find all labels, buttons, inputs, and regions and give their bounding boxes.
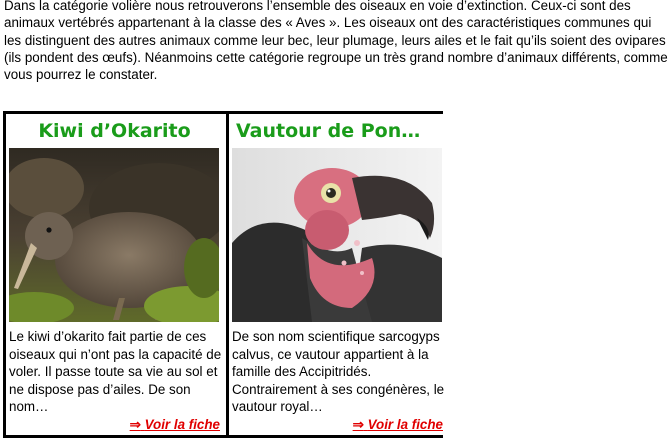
kiwi-photo[interactable]: [9, 148, 219, 322]
card-title[interactable]: Vautour de Pon…: [236, 120, 453, 142]
card-title[interactable]: Kiwi d’Okarito: [6, 120, 223, 142]
animal-card-vulture: Vautour de Pon… De son nom scientifique …: [226, 114, 446, 435]
link-label: Voir la fiche: [367, 417, 443, 432]
arrow-right-icon: ⇒: [352, 417, 364, 432]
category-intro: Dans la catégorie volière nous retrouver…: [4, 0, 668, 83]
link-label: Voir la fiche: [144, 417, 220, 432]
view-sheet-link-kiwi[interactable]: ⇒ Voir la fiche: [130, 417, 220, 433]
view-sheet-link-vulture[interactable]: ⇒ Voir la fiche: [353, 417, 443, 433]
vulture-photo[interactable]: [232, 148, 442, 322]
card-description: De son nom scientifique sarcogyps calvus…: [232, 329, 445, 414]
animal-card-grid: Kiwi d’Okarito Le kiwi d’okarito fait pa…: [3, 111, 446, 438]
arrow-right-icon: ⇒: [129, 417, 141, 432]
animal-card-kiwi: Kiwi d’Okarito Le kiwi d’okarito fait pa…: [6, 114, 223, 435]
card-description: Le kiwi d’okarito fait partie de ces ois…: [9, 329, 222, 414]
